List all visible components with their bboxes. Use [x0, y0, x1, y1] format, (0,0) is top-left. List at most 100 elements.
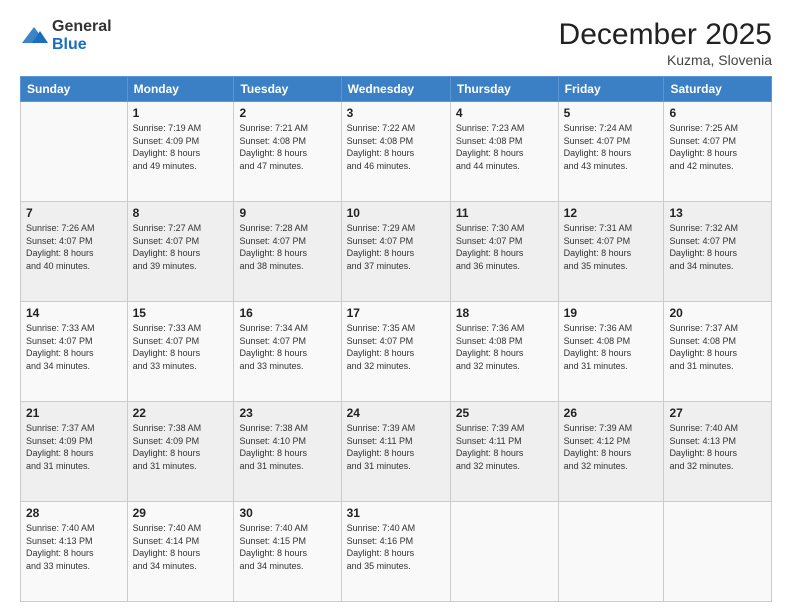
day-info: Sunrise: 7:34 AM Sunset: 4:07 PM Dayligh…	[239, 322, 335, 372]
table-row: 31Sunrise: 7:40 AM Sunset: 4:16 PM Dayli…	[341, 502, 450, 602]
day-number: 6	[669, 106, 766, 120]
page: General Blue December 2025 Kuzma, Sloven…	[0, 0, 792, 612]
day-number: 7	[26, 206, 122, 220]
table-row: 1 Sunrise: 7:19 AM Sunset: 4:09 PM Daylig…	[127, 102, 234, 202]
day-number: 9	[239, 206, 335, 220]
day-info: Sunrise: 7:32 AM Sunset: 4:07 PM Dayligh…	[669, 222, 766, 272]
day-number: 5	[564, 106, 659, 120]
day-number: 21	[26, 406, 122, 420]
table-row: 29 Sunrise: 7:40 AM Sunset: 4:14 PM Dayli…	[127, 502, 234, 602]
table-row: 13Sunrise: 7:32 AM Sunset: 4:07 PM Dayli…	[664, 202, 772, 302]
day-info: Sunrise: 7:26 AM Sunset: 4:07 PM Dayligh…	[26, 222, 122, 272]
day-number: 15	[133, 306, 229, 320]
day-info: Sunrise: 7:33 AM Sunset: 4:07 PM Dayligh…	[26, 322, 122, 372]
day-number: 10	[347, 206, 445, 220]
day-number: 11	[456, 206, 553, 220]
logo-icon	[20, 25, 48, 47]
day-number: 17	[347, 306, 445, 320]
table-row: 2 Sunrise: 7:21 AM Sunset: 4:08 PM Daylig…	[234, 102, 341, 202]
day-number: 8	[133, 206, 229, 220]
table-row: 21 Sunrise: 7:37 AM Sunset: 4:09 PM Dayli…	[21, 402, 128, 502]
table-row: 18 Sunrise: 7:36 AM Sunset: 4:08 PM Dayli…	[450, 302, 558, 402]
day-info: Sunrise: 7:25 AM Sunset: 4:07 PM Dayligh…	[669, 122, 766, 172]
table-row: 16Sunrise: 7:34 AM Sunset: 4:07 PM Dayli…	[234, 302, 341, 402]
day-number: 1	[133, 106, 229, 120]
day-info: Sunrise: 7:27 AM Sunset: 4:07 PM Dayligh…	[133, 222, 229, 272]
day-info: Sunrise: 7:39 AM Sunset: 4:11 PM Dayligh…	[347, 422, 445, 472]
day-info: Sunrise: 7:24 AM Sunset: 4:07 PM Dayligh…	[564, 122, 659, 172]
day-info: Sunrise: 7:19 AM Sunset: 4:09 PM Dayligh…	[133, 122, 229, 172]
day-info: Sunrise: 7:28 AM Sunset: 4:07 PM Dayligh…	[239, 222, 335, 272]
day-number: 29	[133, 506, 229, 520]
table-row: 5 Sunrise: 7:24 AM Sunset: 4:07 PM Daylig…	[558, 102, 664, 202]
table-row	[21, 102, 128, 202]
day-number: 20	[669, 306, 766, 320]
day-number: 25	[456, 406, 553, 420]
day-info: Sunrise: 7:37 AM Sunset: 4:08 PM Dayligh…	[669, 322, 766, 372]
day-info: Sunrise: 7:39 AM Sunset: 4:11 PM Dayligh…	[456, 422, 553, 472]
day-info: Sunrise: 7:40 AM Sunset: 4:13 PM Dayligh…	[26, 522, 122, 572]
day-number: 3	[347, 106, 445, 120]
day-number: 18	[456, 306, 553, 320]
logo: General Blue	[20, 18, 112, 53]
table-row	[664, 502, 772, 602]
day-info: Sunrise: 7:33 AM Sunset: 4:07 PM Dayligh…	[133, 322, 229, 372]
day-number: 4	[456, 106, 553, 120]
table-row: 30Sunrise: 7:40 AM Sunset: 4:15 PM Dayli…	[234, 502, 341, 602]
day-info: Sunrise: 7:38 AM Sunset: 4:10 PM Dayligh…	[239, 422, 335, 472]
table-row: 24 Sunrise: 7:39 AM Sunset: 4:11 PM Dayli…	[341, 402, 450, 502]
table-row: 27Sunrise: 7:40 AM Sunset: 4:13 PM Dayli…	[664, 402, 772, 502]
col-sunday: Sunday	[21, 77, 128, 102]
table-row: 20 Sunrise: 7:37 AM Sunset: 4:08 PM Dayli…	[664, 302, 772, 402]
calendar-week-row: 1 Sunrise: 7:19 AM Sunset: 4:09 PM Daylig…	[21, 102, 772, 202]
table-row: 12Sunrise: 7:31 AM Sunset: 4:07 PM Dayli…	[558, 202, 664, 302]
calendar-week-row: 21 Sunrise: 7:37 AM Sunset: 4:09 PM Dayli…	[21, 402, 772, 502]
day-info: Sunrise: 7:39 AM Sunset: 4:12 PM Dayligh…	[564, 422, 659, 472]
table-row: 11Sunrise: 7:30 AM Sunset: 4:07 PM Dayli…	[450, 202, 558, 302]
day-info: Sunrise: 7:36 AM Sunset: 4:08 PM Dayligh…	[456, 322, 553, 372]
table-row: 28 Sunrise: 7:40 AM Sunset: 4:13 PM Dayli…	[21, 502, 128, 602]
day-number: 19	[564, 306, 659, 320]
calendar-week-row: 7 Sunrise: 7:26 AM Sunset: 4:07 PM Daylig…	[21, 202, 772, 302]
table-row: 8 Sunrise: 7:27 AM Sunset: 4:07 PM Daylig…	[127, 202, 234, 302]
calendar-week-row: 14 Sunrise: 7:33 AM Sunset: 4:07 PM Dayli…	[21, 302, 772, 402]
table-row: 17 Sunrise: 7:35 AM Sunset: 4:07 PM Dayli…	[341, 302, 450, 402]
day-info: Sunrise: 7:40 AM Sunset: 4:16 PM Dayligh…	[347, 522, 445, 572]
logo-general: General	[52, 18, 112, 35]
calendar-table: Sunday Monday Tuesday Wednesday Thursday…	[20, 76, 772, 602]
day-number: 28	[26, 506, 122, 520]
table-row: 9 Sunrise: 7:28 AM Sunset: 4:07 PM Daylig…	[234, 202, 341, 302]
col-friday: Friday	[558, 77, 664, 102]
table-row: 14 Sunrise: 7:33 AM Sunset: 4:07 PM Dayli…	[21, 302, 128, 402]
day-info: Sunrise: 7:38 AM Sunset: 4:09 PM Dayligh…	[133, 422, 229, 472]
day-number: 26	[564, 406, 659, 420]
day-info: Sunrise: 7:40 AM Sunset: 4:14 PM Dayligh…	[133, 522, 229, 572]
logo-text: General Blue	[52, 18, 112, 53]
location: Kuzma, Slovenia	[559, 52, 772, 68]
header: General Blue December 2025 Kuzma, Sloven…	[20, 18, 772, 68]
table-row: 15 Sunrise: 7:33 AM Sunset: 4:07 PM Dayli…	[127, 302, 234, 402]
table-row: 26 Sunrise: 7:39 AM Sunset: 4:12 PM Dayli…	[558, 402, 664, 502]
day-number: 22	[133, 406, 229, 420]
day-info: Sunrise: 7:23 AM Sunset: 4:08 PM Dayligh…	[456, 122, 553, 172]
day-number: 27	[669, 406, 766, 420]
title-block: December 2025 Kuzma, Slovenia	[559, 18, 772, 68]
day-number: 2	[239, 106, 335, 120]
table-row	[450, 502, 558, 602]
calendar-header-row: Sunday Monday Tuesday Wednesday Thursday…	[21, 77, 772, 102]
col-saturday: Saturday	[664, 77, 772, 102]
day-info: Sunrise: 7:22 AM Sunset: 4:08 PM Dayligh…	[347, 122, 445, 172]
table-row: 6 Sunrise: 7:25 AM Sunset: 4:07 PM Daylig…	[664, 102, 772, 202]
day-number: 24	[347, 406, 445, 420]
day-number: 14	[26, 306, 122, 320]
table-row: 7 Sunrise: 7:26 AM Sunset: 4:07 PM Daylig…	[21, 202, 128, 302]
day-info: Sunrise: 7:37 AM Sunset: 4:09 PM Dayligh…	[26, 422, 122, 472]
day-number: 12	[564, 206, 659, 220]
table-row: 10Sunrise: 7:29 AM Sunset: 4:07 PM Dayli…	[341, 202, 450, 302]
day-info: Sunrise: 7:35 AM Sunset: 4:07 PM Dayligh…	[347, 322, 445, 372]
col-wednesday: Wednesday	[341, 77, 450, 102]
col-thursday: Thursday	[450, 77, 558, 102]
month-title: December 2025	[559, 18, 772, 52]
col-monday: Monday	[127, 77, 234, 102]
day-info: Sunrise: 7:21 AM Sunset: 4:08 PM Dayligh…	[239, 122, 335, 172]
